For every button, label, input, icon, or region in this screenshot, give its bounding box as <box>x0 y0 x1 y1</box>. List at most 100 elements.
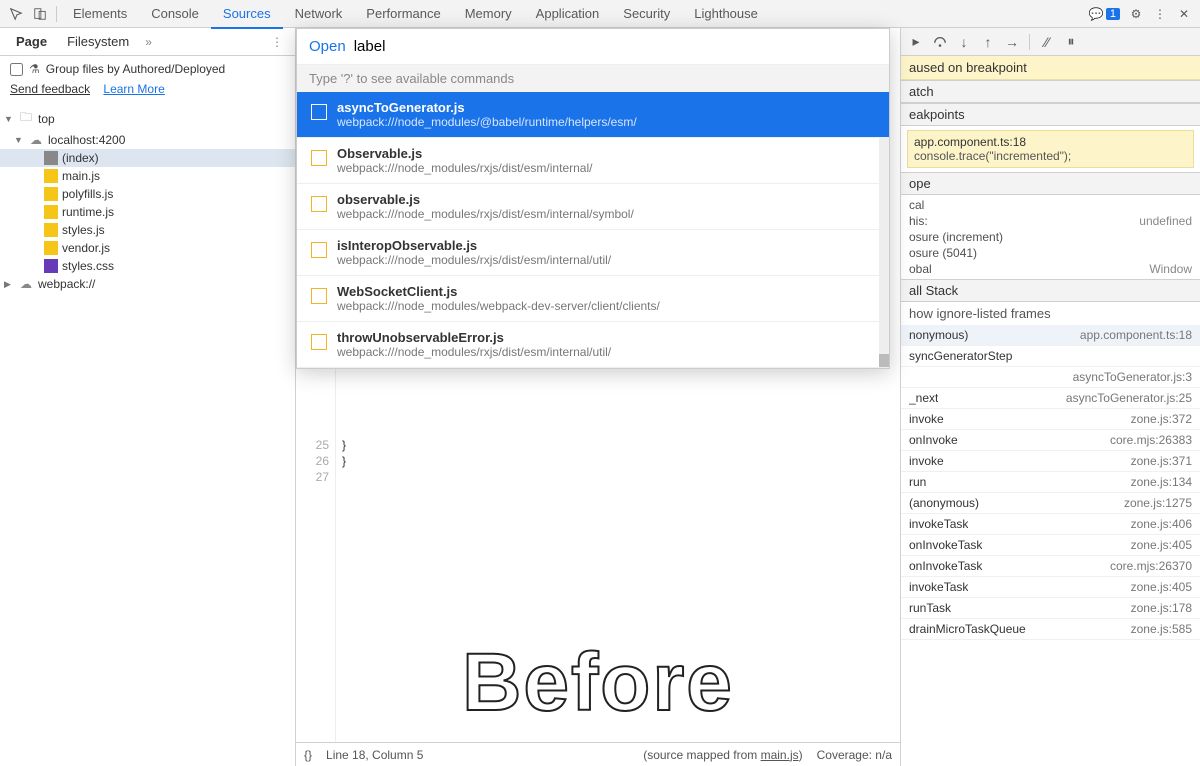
tree-file-polyfillsjs[interactable]: polyfills.js <box>0 185 295 203</box>
settings-icon[interactable]: ⚙ <box>1124 2 1148 26</box>
stack-frame[interactable]: (anonymous)zone.js:1275 <box>901 493 1200 514</box>
code-line[interactable]: } <box>342 438 900 454</box>
top-tab-elements[interactable]: Elements <box>61 0 139 28</box>
scope-row[interactable]: cal <box>909 197 1192 213</box>
nav-tab-filesystem[interactable]: Filesystem <box>57 30 139 53</box>
frame-location: zone.js:371 <box>1131 454 1192 468</box>
frame-location: app.component.ts:18 <box>1080 328 1192 342</box>
stack-frame[interactable]: invokezone.js:372 <box>901 409 1200 430</box>
breakpoint-location: app.component.ts:18 <box>914 135 1187 149</box>
step-icon[interactable]: → <box>1001 31 1023 53</box>
stack-frame[interactable]: invoke zone.js:371 <box>901 451 1200 472</box>
breakpoint-entry[interactable]: app.component.ts:18 console.trace("incre… <box>907 130 1194 168</box>
frame-function: run <box>909 475 926 489</box>
tree-file-stylesjs[interactable]: styles.js <box>0 221 295 239</box>
top-tab-console[interactable]: Console <box>139 0 211 28</box>
step-over-icon[interactable] <box>929 31 951 53</box>
top-tab-application[interactable]: Application <box>524 0 612 28</box>
scope-key: osure (5041) <box>909 246 977 260</box>
callstack-section-header[interactable]: all Stack <box>901 279 1200 302</box>
issues-button[interactable]: 💬1 <box>1085 2 1124 26</box>
folder-icon <box>18 108 34 129</box>
stack-frame[interactable]: nonymous)app.component.ts:18 <box>901 325 1200 346</box>
frame-function: _next <box>909 391 938 405</box>
tree-label: runtime.js <box>62 205 114 219</box>
open-result-item[interactable]: observable.jswebpack:///node_modules/rxj… <box>297 184 889 230</box>
frame-function: (anonymous) <box>909 496 979 510</box>
nav-tab-overflow-icon[interactable]: » <box>139 35 158 49</box>
tree-folder-top[interactable]: ▼top <box>0 106 295 131</box>
stack-frame[interactable]: onInvokeTask core.mjs:26370 <box>901 556 1200 577</box>
top-tab-performance[interactable]: Performance <box>354 0 452 28</box>
deactivate-breakpoints-icon[interactable]: ⁄⁄ <box>1036 31 1058 53</box>
resume-icon[interactable]: ▸ <box>905 31 927 53</box>
open-result-item[interactable]: throwUnobservableError.jswebpack:///node… <box>297 322 889 368</box>
line-number[interactable]: 25 <box>296 438 329 454</box>
frame-function: onInvokeTask <box>909 538 982 552</box>
stack-frame[interactable]: drainMicroTaskQueuezone.js:585 <box>901 619 1200 640</box>
feedback-link[interactable]: Send feedback <box>10 82 90 96</box>
top-tab-memory[interactable]: Memory <box>453 0 524 28</box>
nav-more-icon[interactable]: ⋮ <box>265 35 289 49</box>
top-tab-sources[interactable]: Sources <box>211 0 283 29</box>
stack-frame[interactable]: syncGeneratorStep <box>901 346 1200 367</box>
top-tab-lighthouse[interactable]: Lighthouse <box>682 0 770 28</box>
line-number[interactable]: 26 <box>296 454 329 470</box>
line-number[interactable]: 27 <box>296 470 329 486</box>
breakpoints-section-header[interactable]: eakpoints <box>901 103 1200 126</box>
top-tab-security[interactable]: Security <box>611 0 682 28</box>
tree-file-index[interactable]: (index) <box>0 149 295 167</box>
group-toggle-row[interactable]: ⚗ Group files by Authored/Deployed <box>0 56 295 82</box>
learn-more-link[interactable]: Learn More <box>103 82 164 96</box>
tree-folder-localhost4200[interactable]: ▼localhost:4200 <box>0 131 295 149</box>
stack-frame[interactable]: invokeTaskzone.js:405 <box>901 577 1200 598</box>
scope-section-header[interactable]: ope <box>901 172 1200 195</box>
pause-exceptions-icon[interactable]: ⏸ <box>1060 31 1082 53</box>
tree-file-runtimejs[interactable]: runtime.js <box>0 203 295 221</box>
tree-file-vendorjs[interactable]: vendor.js <box>0 239 295 257</box>
close-icon[interactable]: ✕ <box>1172 2 1196 26</box>
scope-key: osure (increment) <box>909 230 1003 244</box>
scope-row[interactable]: osure (5041) <box>909 245 1192 261</box>
stack-frame[interactable]: _nextasyncToGenerator.js:25 <box>901 388 1200 409</box>
more-icon[interactable]: ⋮ <box>1148 2 1172 26</box>
stack-frame[interactable]: invokeTaskzone.js:406 <box>901 514 1200 535</box>
source-map-info: (source mapped from main.js) <box>643 748 802 762</box>
scope-row[interactable]: obalWindow <box>909 261 1192 277</box>
ignore-listed-toggle[interactable]: how ignore-listed frames <box>901 302 1200 325</box>
top-tab-network[interactable]: Network <box>283 0 355 28</box>
open-result-item[interactable]: WebSocketClient.jswebpack:///node_module… <box>297 276 889 322</box>
group-checkbox[interactable] <box>10 63 23 76</box>
step-out-icon[interactable]: ↑ <box>977 31 999 53</box>
paused-banner: aused on breakpoint <box>901 56 1200 80</box>
result-title: WebSocketClient.js <box>337 284 877 299</box>
tree-label: main.js <box>62 169 100 183</box>
stack-frame[interactable]: runTaskzone.js:178 <box>901 598 1200 619</box>
nav-tab-page[interactable]: Page <box>6 30 57 53</box>
scope-row[interactable]: his:undefined <box>909 213 1192 229</box>
inspect-icon[interactable] <box>4 2 28 26</box>
device-toggle-icon[interactable] <box>28 2 52 26</box>
stack-frame[interactable]: runzone.js:134 <box>901 472 1200 493</box>
tree-file-mainjs[interactable]: main.js <box>0 167 295 185</box>
frame-function: onInvokeTask <box>909 559 982 573</box>
open-result-item[interactable]: Observable.jswebpack:///node_modules/rxj… <box>297 138 889 184</box>
code-line[interactable] <box>342 470 900 486</box>
open-result-item[interactable]: asyncToGenerator.jswebpack:///node_modul… <box>297 92 889 138</box>
command-search-input[interactable] <box>354 38 877 55</box>
pretty-print-icon[interactable]: {} <box>304 748 312 762</box>
code-line[interactable]: } <box>342 454 900 470</box>
watch-section-header[interactable]: atch <box>901 80 1200 103</box>
stack-frame[interactable]: onInvokecore.mjs:26383 <box>901 430 1200 451</box>
frame-function: invoke <box>909 454 944 468</box>
open-result-item[interactable]: isInteropObservable.jswebpack:///node_mo… <box>297 230 889 276</box>
tree-file-stylescss[interactable]: styles.css <box>0 257 295 275</box>
command-results-list: asyncToGenerator.jswebpack:///node_modul… <box>297 92 889 368</box>
step-into-icon[interactable]: ↓ <box>953 31 975 53</box>
tree-folder-webpack[interactable]: ▶webpack:// <box>0 275 295 293</box>
stack-frame[interactable]: onInvokeTaskzone.js:405 <box>901 535 1200 556</box>
scope-row[interactable]: osure (increment) <box>909 229 1192 245</box>
stack-frame[interactable]: asyncToGenerator.js:3 <box>901 367 1200 388</box>
frame-location: core.mjs:26370 <box>1110 559 1192 573</box>
group-label: Group files by Authored/Deployed <box>46 62 225 76</box>
